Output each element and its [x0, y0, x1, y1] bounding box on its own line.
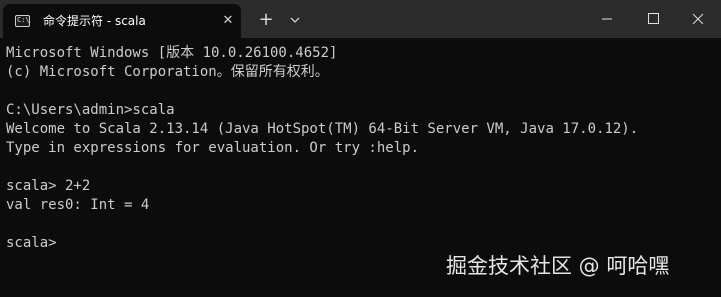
title-bar[interactable]: C:\ 命令提示符 - scala ✕ + — [0, 0, 721, 38]
tab-title: 命令提示符 - scala — [43, 14, 146, 28]
terminal-window: C:\ 命令提示符 - scala ✕ + Microsoft Windows … — [0, 0, 721, 297]
terminal-icon-glyph: C:\ — [17, 16, 30, 24]
tab-command-prompt[interactable]: C:\ 命令提示符 - scala ✕ — [3, 4, 241, 38]
watermark-text: 掘金技术社区 @ 呵哈嘿 — [446, 254, 670, 278]
tab-close-icon[interactable]: ✕ — [220, 13, 236, 29]
terminal-line: Microsoft Windows [版本 10.0.26100.4652] — [6, 45, 338, 61]
minimize-icon[interactable] — [584, 0, 630, 38]
terminal-line: scala> 2+2 — [6, 178, 91, 194]
chevron-down-icon[interactable] — [287, 11, 303, 29]
terminal-line: val res0: Int = 4 — [6, 197, 150, 213]
terminal-line: (c) Microsoft Corporation。保留所有权利。 — [6, 64, 329, 80]
terminal-prompt[interactable]: scala> — [6, 234, 57, 253]
close-icon[interactable] — [675, 0, 721, 38]
terminal-icon: C:\ — [15, 15, 30, 27]
terminal-line: C:\Users\admin>scala — [6, 102, 175, 118]
terminal-line: Welcome to Scala 2.13.14 (Java HotSpot(T… — [6, 121, 639, 137]
new-tab-button[interactable]: + — [256, 10, 276, 30]
maximize-icon[interactable] — [630, 0, 676, 38]
terminal-line: Type in expressions for evaluation. Or t… — [6, 140, 420, 156]
